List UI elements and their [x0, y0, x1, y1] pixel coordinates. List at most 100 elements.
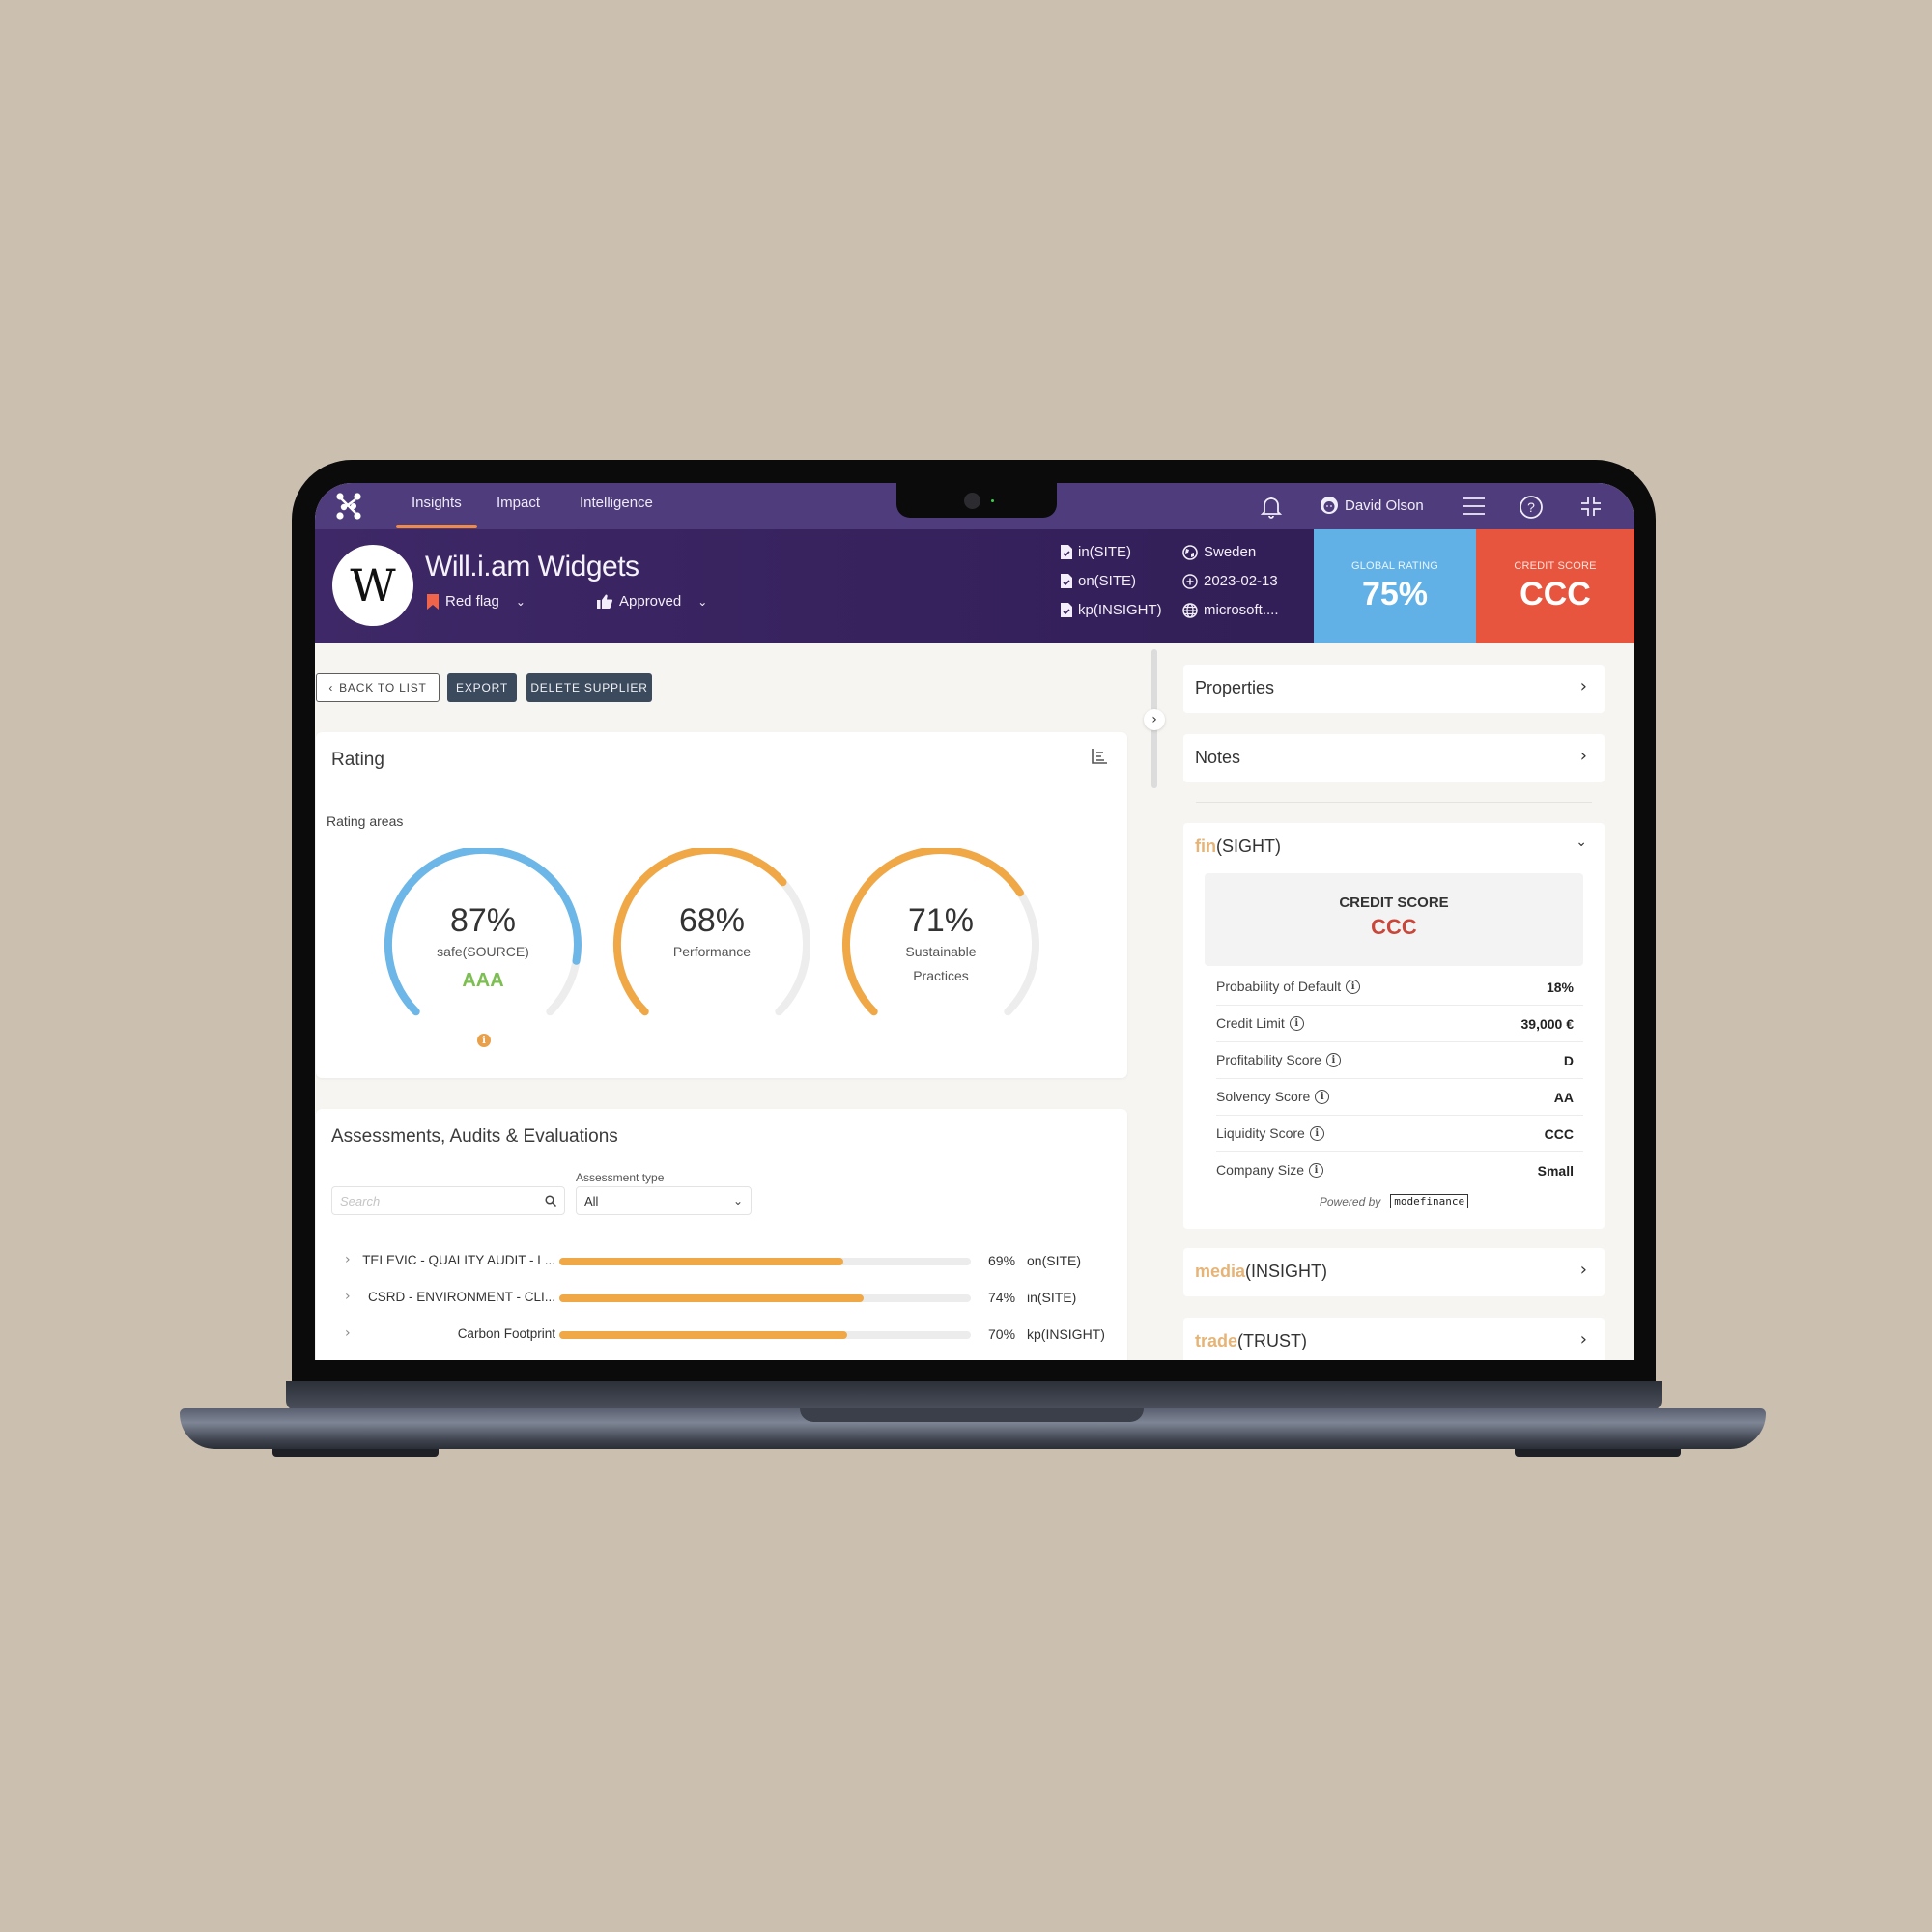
camera-led	[991, 499, 994, 502]
finsight-panel: fin(SIGHT) ⌄ CREDIT SCORE CCC Probabilit…	[1183, 823, 1605, 1229]
bell-icon[interactable]	[1260, 495, 1283, 520]
globe-icon	[1182, 544, 1198, 560]
back-to-list-button[interactable]: ‹ BACK TO LIST	[316, 673, 440, 702]
info-icon[interactable]: i	[1346, 979, 1361, 994]
chart-icon[interactable]	[1091, 748, 1108, 765]
section-divider	[1196, 802, 1592, 803]
finsight-row-value: CCC	[1544, 1126, 1574, 1142]
search-placeholder: Search	[340, 1193, 381, 1208]
info-icon[interactable]: i	[1315, 1089, 1330, 1104]
finsight-row-value: 39,000 €	[1520, 1016, 1575, 1032]
finsight-row-value: AA	[1553, 1090, 1574, 1105]
info-icon[interactable]: i	[1309, 1125, 1324, 1141]
collapse-icon[interactable]	[1580, 496, 1602, 517]
global-rating-label: GLOBAL RATING	[1350, 559, 1438, 572]
assessment-type-label: Assessment type	[576, 1171, 665, 1184]
finsight-title: fin(SIGHT)	[1195, 837, 1281, 856]
laptop-base-notch	[800, 1408, 1144, 1422]
assessment-source: in(SITE)	[1027, 1290, 1077, 1305]
finsight-row-label: Liquidity Score	[1216, 1125, 1305, 1141]
tab-intelligence[interactable]: Intelligence	[580, 495, 653, 511]
gauge-grade: AAA	[462, 970, 504, 991]
assessment-type-select[interactable]: All ⌄	[576, 1186, 752, 1215]
credit-score-value: CCC	[1520, 575, 1591, 612]
global-rating-box: GLOBAL RATING 75%	[1314, 529, 1476, 643]
company-meta: Sweden 2023-02-13 microsoft....	[1182, 543, 1279, 619]
source-list: in(SITE) on(SITE) kp(INSIGHT)	[1061, 543, 1162, 619]
expand-panel-button[interactable]: ›	[1144, 709, 1165, 730]
chevron-left-icon: ‹	[328, 681, 334, 695]
assessment-source: kp(INSIGHT)	[1027, 1326, 1105, 1342]
laptop-foot	[272, 1449, 439, 1457]
finsight-row-label: Probability of Default	[1216, 979, 1342, 994]
assessment-score: 70%	[988, 1326, 1016, 1342]
assessment-type-value: All	[584, 1193, 599, 1208]
finsight-row-value: Small	[1537, 1163, 1574, 1179]
finsight-row-value: 18%	[1546, 980, 1574, 995]
assessment-name: CSRD - ENVIRONMENT - CLI...	[367, 1290, 555, 1304]
tradetrust-accordion[interactable]: trade(TRUST) ›	[1183, 1318, 1605, 1360]
gauge-label: Sustainable	[905, 944, 977, 959]
assessment-row[interactable]: › TELEVIC - QUALITY AUDIT - L... 69% on(SIT…	[316, 1250, 1129, 1273]
gauge-value: 87%	[449, 902, 517, 939]
gauge-value: 68%	[678, 902, 746, 939]
company-name: Will.i.am Widgets	[425, 551, 639, 582]
assessment-score: 74%	[988, 1290, 1016, 1305]
camera-notch	[896, 483, 1057, 518]
mediainsight-accordion[interactable]: media(INSIGHT) ›	[1183, 1248, 1605, 1296]
finsight-row: Liquidity Score i CCC	[1216, 1117, 1583, 1152]
chevron-right-icon[interactable]: ›	[345, 1289, 351, 1304]
delete-supplier-button[interactable]: DELETE SUPPLIER	[526, 673, 652, 702]
chevron-right-icon[interactable]: ›	[345, 1325, 351, 1341]
finsight-row: Probability of Default i 18%	[1216, 970, 1583, 1006]
chevron-down-icon: ⌄	[697, 594, 708, 609]
web-icon	[1182, 602, 1198, 618]
assessment-row[interactable]: › CSRD - ENVIRONMENT - CLI... 74% in(SITE)	[316, 1287, 1129, 1310]
powered-by: Powered by modefinance	[1183, 1194, 1605, 1208]
country-item: Sweden	[1182, 543, 1279, 561]
credit-score-grade: CCC	[1371, 915, 1417, 939]
assessments-title: Assessments, Audits & Evaluations	[331, 1126, 618, 1147]
chevron-right-icon: ›	[1579, 1260, 1587, 1280]
properties-accordion[interactable]: Properties ›	[1183, 665, 1605, 713]
finsight-header[interactable]: fin(SIGHT) ⌄	[1183, 823, 1605, 871]
help-icon[interactable]: ?	[1519, 495, 1544, 520]
assessment-source: on(SITE)	[1027, 1253, 1082, 1268]
flag-label: Red flag	[445, 593, 499, 610]
user-menu[interactable]: David Olson	[1320, 496, 1424, 515]
tab-insights[interactable]: Insights	[396, 495, 477, 528]
menu-icon[interactable]	[1463, 496, 1486, 517]
assessment-row[interactable]: › Carbon Footprint 70% kp(INSIGHT)	[316, 1323, 1129, 1347]
app-logo-icon[interactable]	[334, 492, 363, 521]
status-label: Approved	[619, 593, 682, 610]
info-icon[interactable]: i	[1309, 1162, 1324, 1178]
tab-impact[interactable]: Impact	[497, 495, 540, 511]
mediainsight-title: media(INSIGHT)	[1195, 1262, 1328, 1281]
tradetrust-title: trade(TRUST)	[1195, 1331, 1307, 1350]
doc-check-icon	[1061, 574, 1072, 588]
laptop-chin	[286, 1381, 1662, 1410]
info-icon[interactable]: i	[1289, 1015, 1304, 1031]
notes-accordion[interactable]: Notes ›	[1183, 734, 1605, 782]
export-button[interactable]: EXPORT	[447, 673, 517, 702]
search-input[interactable]: Search	[331, 1186, 565, 1215]
credit-score-label: CREDIT SCORE	[1514, 559, 1597, 572]
flag-dropdown[interactable]: Red flag ⌄	[427, 593, 526, 610]
gauge-label: Performance	[672, 944, 752, 959]
chevron-right-icon[interactable]: ›	[345, 1252, 351, 1267]
chevron-right-icon: ›	[1579, 676, 1587, 696]
app-screen: Insights Impact Intelligence David Olson…	[315, 483, 1634, 1360]
website-item[interactable]: microsoft....	[1182, 601, 1279, 619]
source-item: in(SITE)	[1061, 543, 1162, 561]
supplier-header: W Will.i.am Widgets Red flag ⌄ Approved …	[315, 529, 1634, 643]
gauge-safe-source: 87% safe(SOURCE) AAA i	[377, 845, 589, 1047]
assessment-name: TELEVIC - QUALITY AUDIT - L...	[362, 1253, 555, 1267]
info-icon[interactable]: i	[477, 1034, 491, 1047]
status-dropdown[interactable]: Approved ⌄	[597, 593, 707, 610]
date-item: 2023-02-13	[1182, 572, 1279, 590]
finsight-row-label: Credit Limit	[1216, 1015, 1285, 1031]
rating-title: Rating	[331, 750, 384, 770]
info-icon[interactable]: i	[1325, 1052, 1341, 1067]
gauge-label-line2: Practices	[913, 968, 969, 983]
assessment-name: Carbon Footprint	[457, 1326, 555, 1341]
